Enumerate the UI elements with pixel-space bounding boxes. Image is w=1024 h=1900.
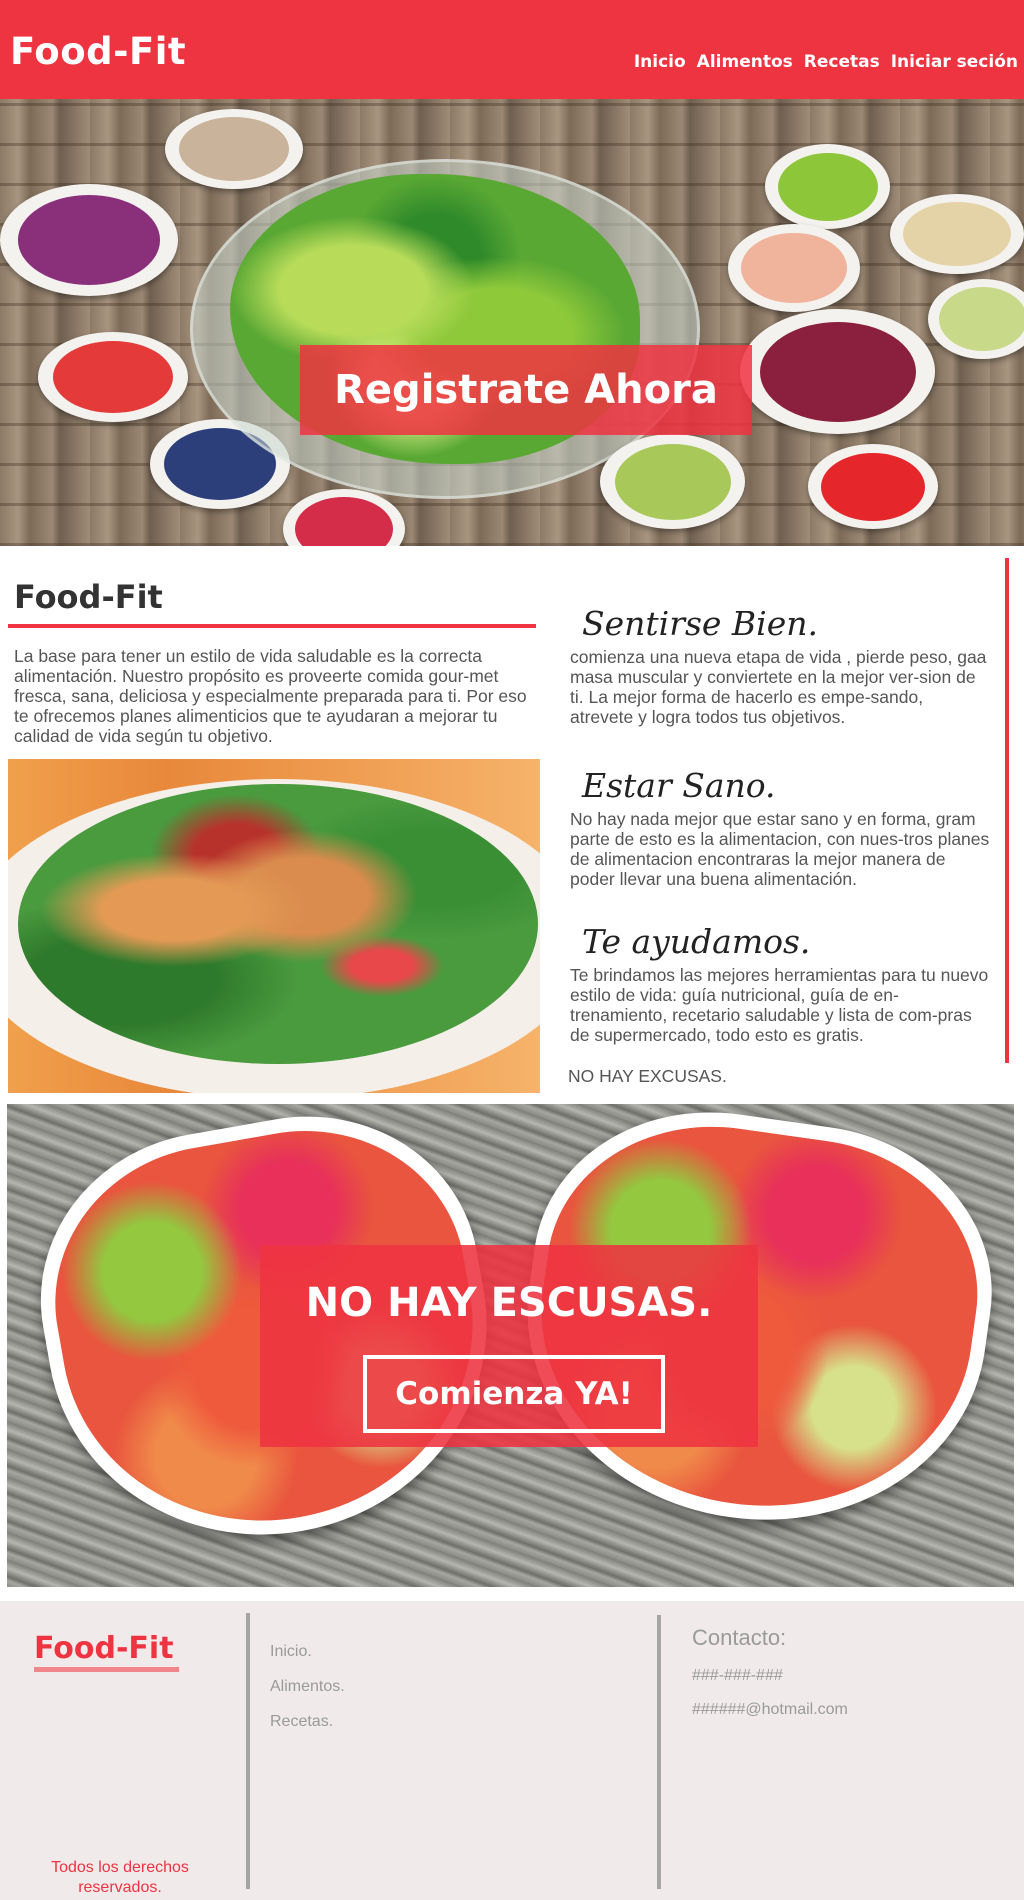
footer-link-recetas[interactable]: Recetas. [270,1713,345,1731]
contact-phone: ###-###-### [692,1667,783,1684]
nav-iniciar-sesion[interactable]: Iniciar seción [891,52,1018,72]
about-divider [8,624,536,628]
cta-box: NO HAY ESCUSAS. Comienza YA! [260,1245,758,1447]
bowl-radicchio [740,309,935,434]
feature-heading: Te ayudamos. [582,922,811,961]
footer-links: Inicio. Alimentos. Recetas. [270,1643,345,1748]
bowl-peaches [728,224,860,312]
bowl-strawberries [38,332,188,422]
feature-text: No hay nada mejor que estar sano y en fo… [570,809,990,889]
banner-title: NO HAY ESCUSAS. [305,1280,713,1326]
nav-inicio[interactable]: Inicio [634,52,686,72]
feature-heading: Estar Sano. [582,766,776,805]
nav-alimentos[interactable]: Alimentos [697,52,793,72]
footer-brand[interactable]: Food-Fit [34,1631,174,1666]
feature-sentirse-bien: Sentirse Bien. comienza una nueva etapa … [570,604,990,727]
footer-contact: Contacto: ###-###-### ######@hotmail.com [692,1625,848,1719]
salad-image [8,759,540,1093]
register-now-button[interactable]: Registrate Ahora [300,345,752,435]
footer-link-inicio[interactable]: Inicio. [270,1643,345,1661]
hero-image: Registrate Ahora [0,99,1024,546]
site-header: Food-Fit Inicio Alimentos Recetas Inicia… [0,0,1024,99]
bowl-tomatoes [808,444,938,529]
about-text: La base para tener un estilo de vida sal… [14,646,527,746]
feature-te-ayudamos: Te ayudamos. Te brindamos las mejores he… [570,922,990,1045]
footer-brand-underline [34,1667,179,1672]
bowl-grapes [765,144,890,229]
copyright-text: Todos los derechos reservados. [51,1859,189,1896]
about-title: Food-Fit [14,578,163,616]
feature-text: comienza una nueva etapa de vida , pierd… [570,647,987,727]
bowl-cabbage [0,184,178,296]
footer-divider [657,1615,661,1889]
no-excuses-text: NO HAY EXCUSAS. [568,1066,727,1086]
footer-link-alimentos[interactable]: Alimentos. [270,1678,345,1696]
feature-text: Te brindamos las mejores herramientas pa… [570,965,989,1045]
contact-email: ######@hotmail.com [692,1701,848,1718]
nav-recetas[interactable]: Recetas [804,52,880,72]
contact-title: Contacto: [692,1625,787,1650]
bowl-avocado [600,434,745,529]
footer-divider [246,1613,250,1889]
bowl-cashews [890,194,1024,274]
start-now-button[interactable]: Comienza YA! [363,1355,665,1433]
feature-estar-sano: Estar Sano. No hay nada mejor que estar … [570,766,990,889]
feature-heading: Sentirse Bien. [582,604,819,643]
fruit-banner: NO HAY ESCUSAS. Comienza YA! [7,1104,1014,1587]
site-footer: Food-Fit Todos los derechos reservados. … [0,1601,1024,1900]
features-border [1005,558,1009,1063]
bowl-mushrooms [165,109,303,189]
brand-logo[interactable]: Food-Fit [10,30,186,73]
main-nav: Inicio Alimentos Recetas Iniciar seción [634,52,1018,72]
